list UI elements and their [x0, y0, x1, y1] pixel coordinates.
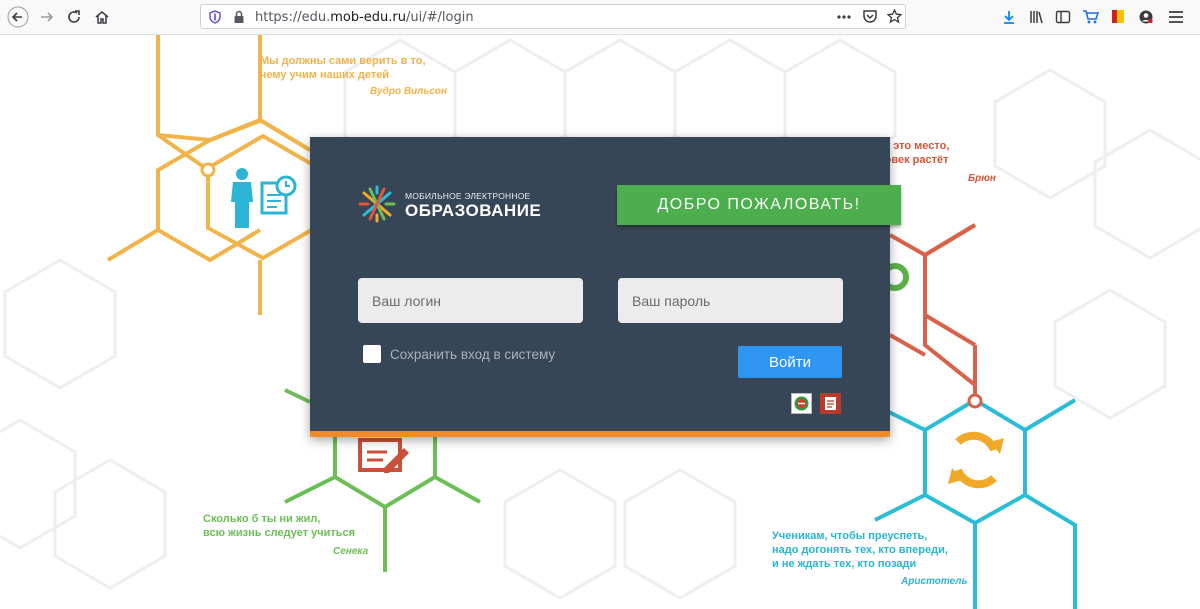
library-button[interactable] [1025, 5, 1049, 29]
quote-line: Мы должны сами верить в то, [260, 55, 426, 67]
quote-line: всю жизнь следует учиться [203, 527, 356, 539]
sidebar-button[interactable] [1051, 5, 1075, 29]
quote-aristotle: Ученикам, чтобы преуспеть, надо догонять… [772, 529, 948, 571]
reload-icon [68, 10, 80, 23]
remember-checkbox[interactable] [363, 345, 381, 363]
quote-line: Сколько б ты ни жил, [203, 513, 321, 525]
welcome-banner: ДОБРО ПОЖАЛОВАТЬ! [617, 185, 901, 225]
url-suffix: /ui/#/login [406, 10, 474, 25]
account-extension-button[interactable] [1134, 5, 1158, 29]
address-bar[interactable]: https://edu.mob-edu.ru/ui/#/login [200, 4, 906, 29]
cart-icon [1082, 10, 1099, 24]
library-icon [1030, 11, 1043, 24]
quote-line: Ученикам, чтобы преуспеть, [772, 530, 928, 542]
login-panel: МОБИЛЬНОЕ ЭЛЕКТРОННОЕ ОБРАЗОВАНИЕ ДОБРО … [310, 137, 901, 437]
quote-author: Сенека [333, 546, 369, 557]
logo-mark-icon [358, 185, 396, 223]
pocket-icon[interactable] [862, 9, 878, 24]
url-prefix: https://edu. [255, 10, 331, 25]
panel-accent-bar [310, 431, 890, 437]
logo-subtitle: МОБИЛЬНОЕ ЭЛЕКТРОННОЕ [405, 191, 531, 201]
reload-button[interactable] [62, 5, 86, 29]
flag-icon [1112, 10, 1124, 23]
lock-icon[interactable] [233, 10, 245, 24]
account-icon [1139, 10, 1153, 24]
notepad-pencil-icon [358, 438, 409, 473]
logo-title: ОБРАЗОВАНИЕ [405, 201, 542, 220]
download-icon [1004, 11, 1014, 24]
browser-toolbar: https://edu.mob-edu.ru/ui/#/login [0, 0, 1200, 35]
quote-author: Вудро Вильсон [370, 86, 448, 97]
forward-button[interactable] [35, 5, 59, 29]
quote-line: и не ждать тех, кто позади [772, 558, 917, 570]
password-input[interactable] [618, 278, 843, 323]
document-icon[interactable] [820, 393, 841, 414]
downloads-button[interactable] [997, 5, 1021, 29]
quote-wilson: Мы должны сами верить в то, чему учим на… [260, 54, 426, 82]
forward-arrow-icon [41, 12, 54, 22]
url-domain: mob-edu.ru [330, 10, 406, 25]
cart-extension-button[interactable] [1078, 5, 1102, 29]
quote-line: чему учим наших детей [260, 69, 390, 81]
hamburger-icon [1169, 11, 1183, 23]
quote-seneca: Сколько б ты ни жил, всю жизнь следует у… [203, 512, 355, 540]
login-button[interactable]: Войти [738, 346, 842, 378]
back-arrow-icon [7, 6, 29, 28]
emblem-icon[interactable] [791, 393, 812, 414]
teacher-icon [231, 168, 297, 228]
shield-icon[interactable] [208, 10, 222, 24]
quote-line: надо догонять тех, кто впереди, [772, 544, 948, 556]
home-button[interactable] [90, 5, 114, 29]
more-dots-icon[interactable] [837, 14, 851, 20]
refresh-cycle-icon [948, 431, 1004, 489]
menu-button[interactable] [1164, 5, 1188, 29]
quote-author: Брюн [968, 173, 996, 184]
sidebar-icon [1055, 10, 1071, 24]
bookmark-star-icon[interactable] [887, 9, 902, 24]
login-input[interactable] [358, 278, 583, 323]
home-icon [95, 11, 109, 24]
flag-extension-button[interactable] [1106, 5, 1130, 29]
back-button[interactable] [6, 5, 30, 29]
remember-label[interactable]: Сохранить вход в систему [390, 347, 555, 362]
url-text[interactable]: https://edu.mob-edu.ru/ui/#/login [255, 10, 474, 25]
quote-author: Аристотель [901, 576, 968, 587]
